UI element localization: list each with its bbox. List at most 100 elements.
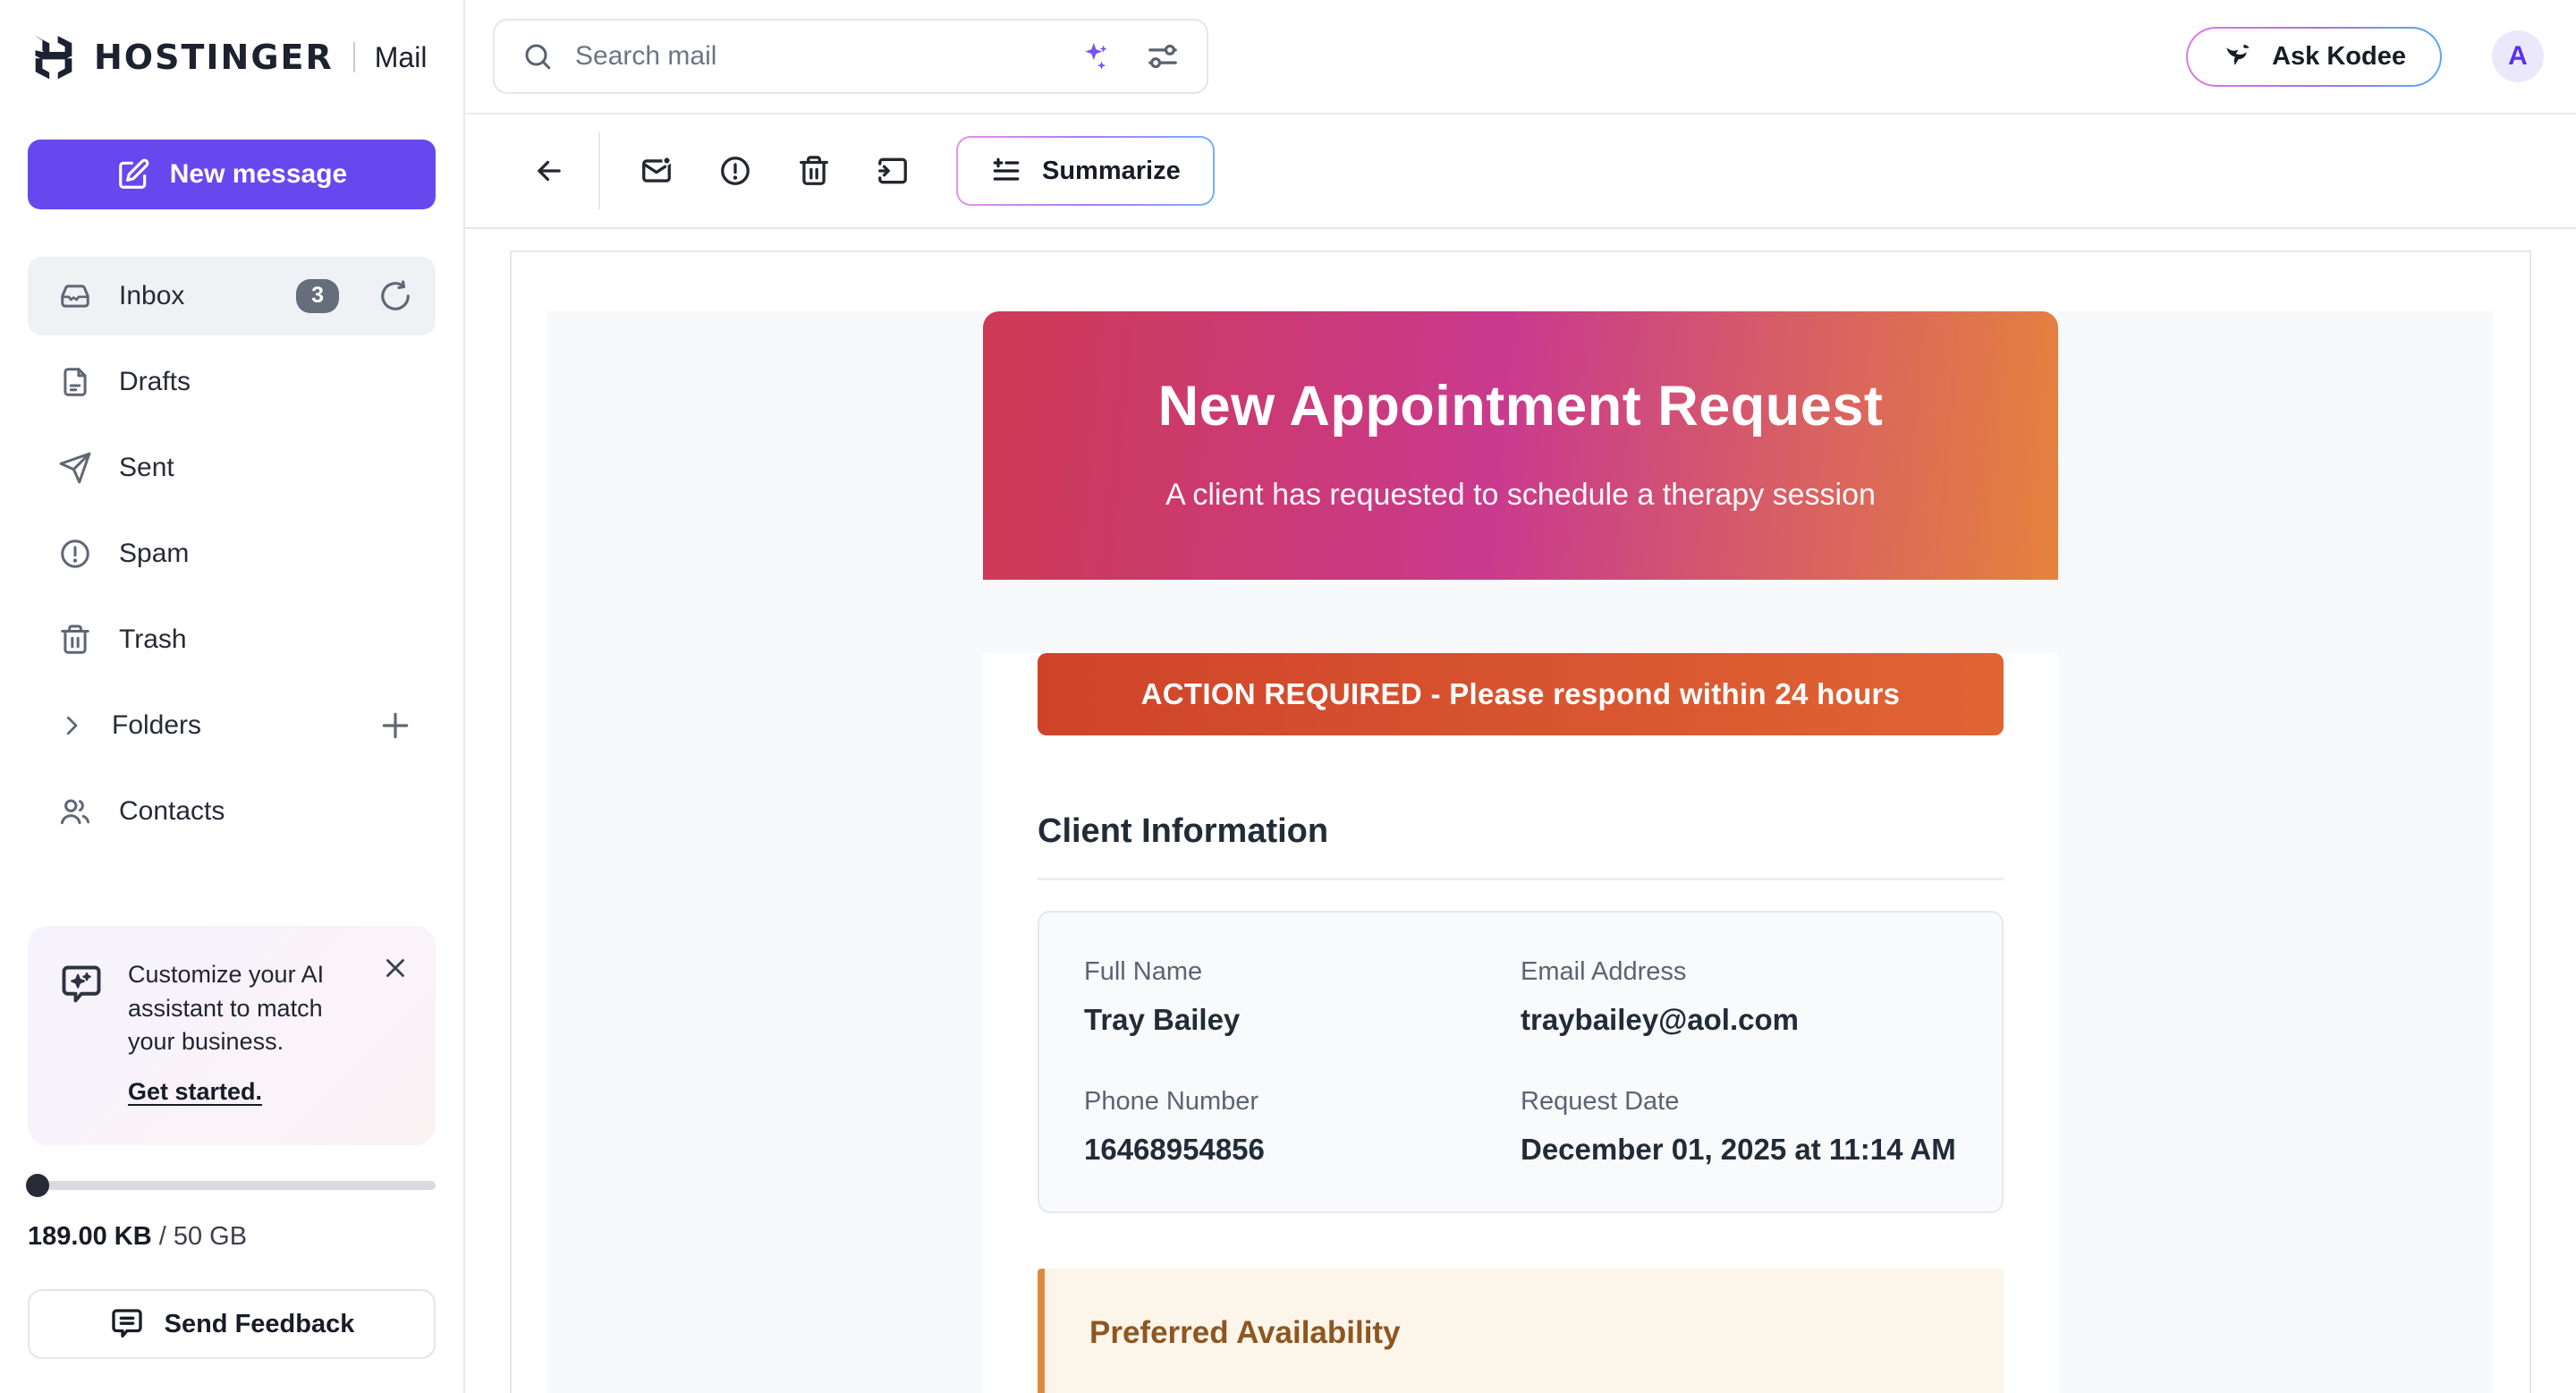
hostinger-logo-icon — [28, 31, 80, 83]
section-divider — [1038, 878, 2004, 880]
refresh-icon[interactable] — [378, 279, 412, 313]
field-label: Request Date — [1521, 1087, 1957, 1117]
move-to-folder-button[interactable] — [860, 138, 926, 204]
preferred-availability-box: Preferred Availability Dates: Dec 06, 20… — [1038, 1269, 2004, 1393]
ask-kodee-label: Ask Kodee — [2272, 42, 2406, 72]
compose-icon — [116, 157, 150, 191]
get-started-link[interactable]: Get started. — [128, 1078, 262, 1106]
ai-promo-text: Customize your AI assistant to match you… — [128, 958, 405, 1058]
summarize-label: Summarize — [1042, 157, 1181, 186]
field-email-address: Email Address traybailey@aol.com — [1521, 957, 1957, 1037]
back-arrow-icon — [532, 154, 566, 188]
brand-logo[interactable]: HOSTINGER Mail — [28, 0, 436, 115]
inbox-icon — [58, 279, 92, 313]
feedback-chat-icon — [109, 1306, 145, 1342]
search-input[interactable] — [575, 41, 1058, 72]
paper-plane-icon — [58, 451, 92, 485]
field-label: Phone Number — [1084, 1087, 1521, 1117]
field-label: Email Address — [1521, 957, 1957, 987]
sidebar-item-label: Inbox — [119, 281, 269, 311]
filter-sliders-icon[interactable] — [1146, 39, 1180, 73]
storage-progress-bar — [28, 1181, 436, 1190]
field-phone-number: Phone Number 16468954856 — [1084, 1087, 1521, 1167]
email-hero-header: New Appointment Request A client has req… — [983, 311, 2058, 580]
storage-separator: / — [152, 1222, 174, 1251]
email-document: New Appointment Request A client has req… — [983, 311, 2058, 1393]
toolbar-divider — [598, 132, 600, 209]
main-area: Ask Kodee A — [465, 0, 2576, 1393]
storage-section: 189.00 KB / 50 GB — [28, 1181, 436, 1252]
document-icon — [58, 365, 92, 399]
chat-sparkle-icon — [58, 962, 105, 1008]
search-icon — [521, 40, 554, 72]
alert-circle-icon — [58, 537, 92, 571]
email-title: New Appointment Request — [983, 374, 2058, 438]
action-required-banner: ACTION REQUIRED - Please respond within … — [1038, 653, 2004, 735]
storage-usage-text: 189.00 KB / 50 GB — [28, 1222, 436, 1252]
availability-title: Preferred Availability — [1089, 1315, 1959, 1351]
move-to-folder-icon — [876, 154, 910, 188]
inbox-unread-badge: 3 — [296, 279, 339, 313]
ai-sparkles-icon[interactable] — [1080, 39, 1114, 73]
alert-circle-icon — [718, 154, 752, 188]
new-message-label: New message — [170, 159, 347, 190]
send-feedback-button[interactable]: Send Feedback — [28, 1289, 436, 1359]
search-bar[interactable] — [493, 19, 1208, 94]
client-info-card: Full Name Tray Bailey Email Address tray… — [1038, 911, 2004, 1213]
field-full-name: Full Name Tray Bailey — [1084, 957, 1521, 1037]
new-message-button[interactable]: New message — [28, 140, 436, 209]
message-toolbar: Summarize — [465, 115, 2576, 229]
field-value: Tray Bailey — [1084, 1003, 1521, 1037]
kodee-icon — [2222, 40, 2254, 72]
sidebar-spacer — [28, 851, 436, 926]
sidebar-item-label: Sent — [119, 453, 412, 483]
delete-button[interactable] — [781, 138, 847, 204]
send-feedback-label: Send Feedback — [165, 1310, 355, 1339]
sidebar-item-label: Drafts — [119, 367, 412, 397]
report-spam-button[interactable] — [702, 138, 768, 204]
sidebar-item-label: Contacts — [119, 796, 412, 827]
brand-product: Mail — [375, 41, 428, 74]
sidebar-item-contacts[interactable]: Contacts — [28, 772, 436, 851]
field-label: Full Name — [1084, 957, 1521, 987]
sidebar-item-sent[interactable]: Sent — [28, 429, 436, 507]
sidebar-item-folders[interactable]: Folders — [28, 686, 436, 765]
chevron-right-icon — [58, 712, 85, 739]
back-button[interactable] — [516, 138, 582, 204]
sidebar: HOSTINGER Mail New message Inbox 3 — [0, 0, 465, 1393]
brand-divider — [353, 42, 355, 72]
sidebar-item-trash[interactable]: Trash — [28, 600, 436, 679]
summarize-button[interactable]: Summarize — [956, 136, 1215, 206]
trash-icon — [58, 623, 92, 657]
storage-progress-thumb — [26, 1174, 49, 1197]
email-subtitle: A client has requested to schedule a the… — [983, 478, 2058, 513]
add-folder-plus-icon[interactable] — [378, 709, 412, 743]
trash-icon — [797, 154, 831, 188]
account-avatar[interactable]: A — [2492, 30, 2544, 82]
sidebar-item-label: Spam — [119, 539, 412, 569]
field-request-date: Request Date December 01, 2025 at 11:14 … — [1521, 1087, 1957, 1167]
top-header: Ask Kodee A — [465, 0, 2576, 115]
email-render-area[interactable]: New Appointment Request A client has req… — [547, 311, 2494, 1393]
sidebar-item-label: Folders — [112, 710, 352, 741]
mark-unread-button[interactable] — [623, 138, 690, 204]
brand-name: HOSTINGER — [94, 38, 334, 77]
hostinger-mail-app: HOSTINGER Mail New message Inbox 3 — [0, 0, 2576, 1393]
email-body: ACTION REQUIRED - Please respond within … — [983, 653, 2058, 1393]
ask-kodee-button[interactable]: Ask Kodee — [2186, 27, 2442, 87]
summarize-icon — [990, 155, 1022, 187]
field-value: 16468954856 — [1084, 1133, 1521, 1167]
storage-used: 189.00 KB — [28, 1222, 152, 1251]
client-information-heading: Client Information — [1038, 812, 2004, 851]
ai-assistant-promo-card: Customize your AI assistant to match you… — [28, 926, 436, 1145]
field-value: traybailey@aol.com — [1521, 1003, 1957, 1037]
sidebar-item-drafts[interactable]: Drafts — [28, 343, 436, 421]
sidebar-item-label: Trash — [119, 624, 412, 655]
sidebar-item-inbox[interactable]: Inbox 3 — [28, 257, 436, 336]
sidebar-item-spam[interactable]: Spam — [28, 514, 436, 593]
content-area: New Appointment Request A client has req… — [465, 229, 2576, 1393]
field-value: December 01, 2025 at 11:14 AM — [1521, 1133, 1957, 1167]
email-view-panel: New Appointment Request A client has req… — [510, 251, 2531, 1393]
close-icon[interactable] — [380, 953, 411, 983]
storage-total: 50 GB — [174, 1222, 247, 1251]
